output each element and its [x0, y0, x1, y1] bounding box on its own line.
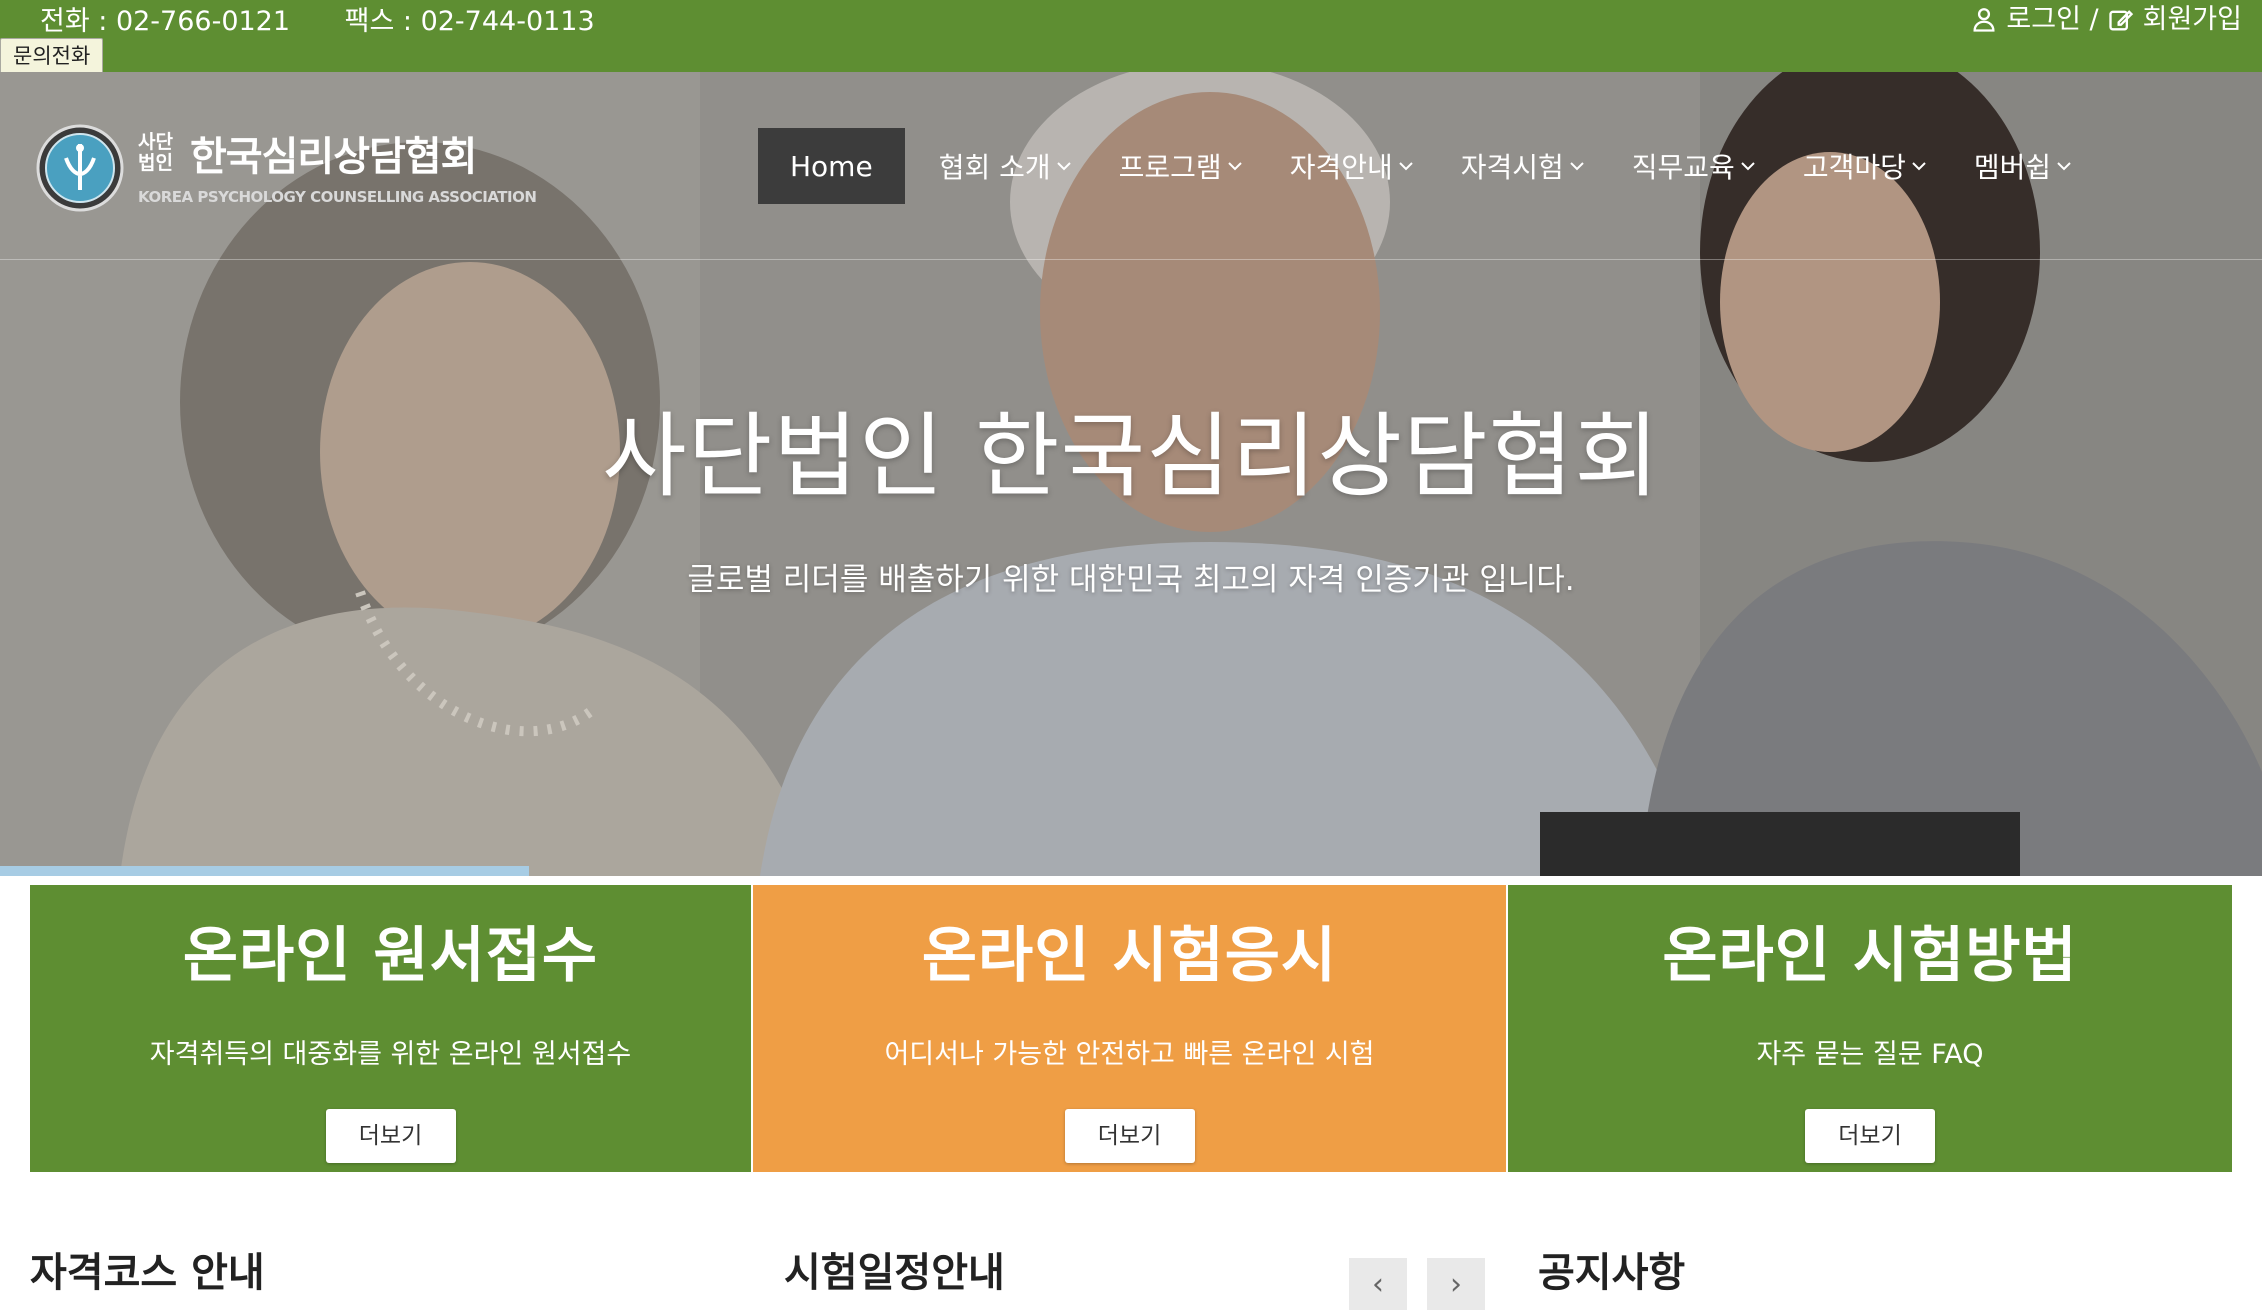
courses-section: 자격코스 안내	[30, 1240, 265, 1310]
feature-description: 어디서나 가능한 안전하고 빠른 온라인 시험	[884, 1039, 1375, 1070]
site-logo[interactable]: 사단법인 한국심리상담협회 KOREA PSYCHOLOGY COUNSELLI…	[36, 124, 537, 212]
logo-text: 사단법인 한국심리상담협회 KOREA PSYCHOLOGY COUNSELLI…	[138, 124, 537, 207]
chevron-down-icon	[1570, 162, 1584, 171]
signup-link[interactable]: 회원가입	[2143, 2, 2242, 38]
contact-info: 전화 : 02-766-0121 팩스 : 02-744-0113	[40, 4, 641, 40]
nav-item-job-training[interactable]: 직무교육	[1612, 128, 1777, 204]
chevron-down-icon	[2057, 162, 2071, 171]
feature-description: 자주 묻는 질문 FAQ	[1756, 1039, 1984, 1070]
nav-item-certification-exam[interactable]: 자격시험	[1441, 128, 1606, 204]
nav-item-label: 고객마당	[1802, 151, 1906, 184]
chevron-down-icon	[1227, 162, 1242, 171]
nav-item-label: 멤버쉽	[1973, 151, 2052, 184]
nav-divider	[0, 259, 2262, 260]
logo-small-line: 사단법인	[138, 131, 173, 174]
chevron-down-icon	[1056, 162, 1071, 171]
chevron-down-icon	[1741, 162, 1755, 171]
notices-section: 공지사항	[1538, 1240, 1685, 1310]
section-title: 시험일정안내	[784, 1250, 1005, 1296]
slider-progress	[0, 866, 2262, 876]
login-link[interactable]: 로그인 /	[2006, 2, 2098, 38]
nav-item-membership[interactable]: 멤버쉽	[1954, 128, 2093, 204]
more-button[interactable]: 더보기	[1064, 1109, 1195, 1163]
nav-item-certification-info[interactable]: 자격안내	[1270, 128, 1435, 204]
feature-description: 자격취득의 대중화를 위한 온라인 원서접수	[149, 1039, 632, 1070]
feature-title: 온라인 시험응시	[921, 921, 1338, 991]
phone-number[interactable]: 전화 : 02-766-0121	[40, 6, 290, 37]
hero-subline: 글로벌 리더를 배출하기 위한 대한민국 최고의 자격 인증기관 입니다.	[687, 562, 1575, 598]
nav-item-home[interactable]: Home	[758, 128, 905, 204]
feature-online-application: 온라인 원서접수 자격취득의 대중화를 위한 온라인 원서접수 더보기	[30, 885, 751, 1172]
nav-item-label: 자격안내	[1289, 151, 1393, 184]
hero-headline: 사단법인 한국심리상담협회	[602, 403, 1660, 510]
hero-banner: 사단법인 한국심리상담협회 KOREA PSYCHOLOGY COUNSELLI…	[0, 72, 2262, 876]
section-title: 자격코스 안내	[30, 1250, 265, 1296]
nav-item-label: Home	[790, 149, 873, 183]
fax-number: 팩스 : 02-744-0113	[344, 6, 595, 37]
feature-title: 온라인 시험방법	[1662, 921, 2078, 991]
nav-item-label: 자격시험	[1460, 151, 1564, 184]
edit-icon	[2108, 10, 2133, 31]
chevron-down-icon	[1399, 162, 1413, 171]
slider-progress-fill	[0, 866, 530, 876]
section-title: 공지사항	[1538, 1250, 1686, 1296]
main-nav: Home 협회 소개 프로그램 자격안내 자격시험 직무교육 고객마당 멤버쉽	[758, 128, 2099, 204]
association-emblem-icon	[36, 124, 124, 212]
feature-title: 온라인 원서접수	[182, 921, 599, 991]
logo-english: KOREA PSYCHOLOGY COUNSELLING ASSOCIATION	[138, 188, 537, 206]
logo-name: 한국심리상담협회	[190, 134, 477, 180]
nav-item-programs[interactable]: 프로그램	[1099, 128, 1264, 204]
feature-boxes: 온라인 원서접수 자격취득의 대중화를 위한 온라인 원서접수 더보기 온라인 …	[30, 885, 2232, 1172]
nav-item-label: 직무교육	[1631, 151, 1735, 184]
chevron-down-icon	[1912, 162, 1926, 171]
phone-tooltip: 문의전화	[0, 38, 104, 74]
user-icon	[1973, 8, 1995, 32]
account-links: 로그인 / 회원가입	[1970, 2, 2242, 38]
top-contact-bar: 전화 : 02-766-0121 팩스 : 02-744-0113 로그인 / …	[0, 0, 2262, 72]
feature-exam-method: 온라인 시험방법 자주 묻는 질문 FAQ 더보기	[1508, 885, 2232, 1172]
more-button[interactable]: 더보기	[1805, 1109, 1935, 1163]
next-arrow-button[interactable]: ›	[1427, 1258, 1485, 1310]
nav-item-label: 협회 소개	[938, 151, 1051, 184]
nav-item-customer[interactable]: 고객마당	[1783, 128, 1948, 204]
prev-arrow-button[interactable]: ‹	[1349, 1258, 1407, 1310]
feature-online-exam: 온라인 시험응시 어디서나 가능한 안전하고 빠른 온라인 시험 더보기	[753, 885, 1506, 1172]
schedule-section: 시험일정안내	[784, 1240, 1005, 1310]
schedule-carousel-controls: ‹ ›	[1349, 1258, 1485, 1310]
more-button[interactable]: 더보기	[325, 1109, 456, 1163]
nav-item-label: 프로그램	[1118, 151, 1222, 184]
nav-item-about[interactable]: 협회 소개	[919, 128, 1093, 204]
